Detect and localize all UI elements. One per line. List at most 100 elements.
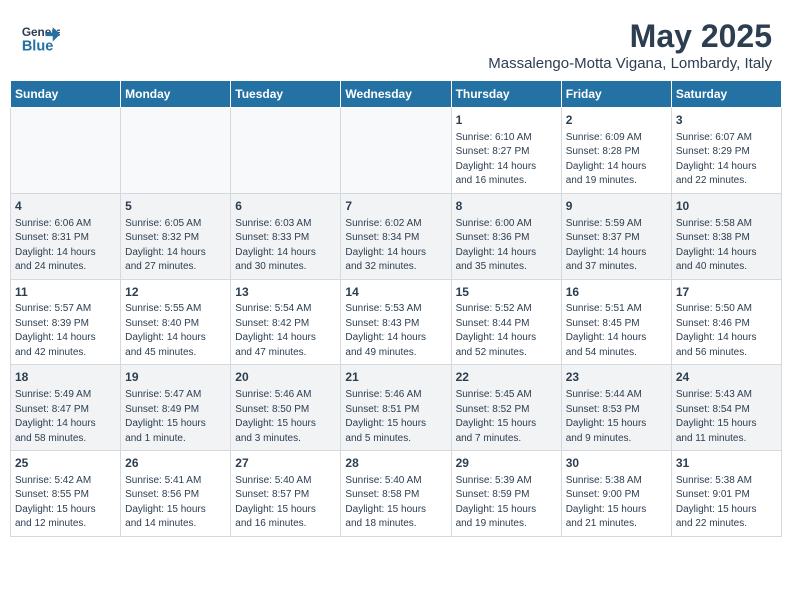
day-info: Sunrise: 5:38 AMSunset: 9:01 PMDaylight:… bbox=[676, 474, 777, 532]
day-number: 21 bbox=[345, 369, 446, 386]
calendar-cell: 9 Sunrise: 5:59 AMSunset: 8:37 PMDaylight… bbox=[561, 193, 671, 279]
calendar-cell: 21Sunrise: 5:46 AMSunset: 8:51 PMDayligh… bbox=[341, 365, 451, 451]
calendar-cell: 15Sunrise: 5:52 AMSunset: 8:44 PMDayligh… bbox=[451, 279, 561, 365]
calendar-body: 1 Sunrise: 6:10 AMSunset: 8:27 PMDaylight… bbox=[11, 108, 782, 537]
day-number: 19 bbox=[125, 369, 226, 386]
day-number: 27 bbox=[235, 455, 336, 472]
day-info: Sunrise: 5:40 AMSunset: 8:57 PMDaylight:… bbox=[235, 474, 336, 532]
calendar-cell bbox=[231, 108, 341, 194]
day-info: Sunrise: 5:38 AMSunset: 9:00 PMDaylight:… bbox=[566, 474, 667, 532]
calendar-week-5: 25 Sunrise: 5:42 AMSunset: 8:55 PMDayligh… bbox=[11, 451, 782, 537]
day-number: 4 bbox=[15, 198, 116, 215]
calendar-cell bbox=[11, 108, 121, 194]
calendar-cell: 12Sunrise: 5:55 AMSunset: 8:40 PMDayligh… bbox=[121, 279, 231, 365]
weekday-sunday: Sunday bbox=[11, 81, 121, 108]
day-info: Sunrise: 5:44 AMSunset: 8:53 PMDaylight:… bbox=[566, 388, 667, 446]
day-info: Sunrise: 6:03 AMSunset: 8:33 PMDaylight:… bbox=[235, 217, 336, 275]
day-number: 3 bbox=[676, 112, 777, 129]
calendar-cell: 23Sunrise: 5:44 AMSunset: 8:53 PMDayligh… bbox=[561, 365, 671, 451]
weekday-saturday: Saturday bbox=[671, 81, 781, 108]
day-number: 2 bbox=[566, 112, 667, 129]
calendar-cell: 29 Sunrise: 5:39 AMSunset: 8:59 PMDayligh… bbox=[451, 451, 561, 537]
day-number: 26 bbox=[125, 455, 226, 472]
calendar-cell: 18Sunrise: 5:49 AMSunset: 8:47 PMDayligh… bbox=[11, 365, 121, 451]
calendar-cell: 3Sunrise: 6:07 AMSunset: 8:29 PMDaylight… bbox=[671, 108, 781, 194]
day-number: 31 bbox=[676, 455, 777, 472]
calendar-cell: 6Sunrise: 6:03 AMSunset: 8:33 PMDaylight… bbox=[231, 193, 341, 279]
calendar-cell: 2 Sunrise: 6:09 AMSunset: 8:28 PMDaylight… bbox=[561, 108, 671, 194]
day-info: Sunrise: 5:57 AMSunset: 8:39 PMDaylight:… bbox=[15, 302, 116, 360]
calendar-cell: 8Sunrise: 6:00 AMSunset: 8:36 PMDaylight… bbox=[451, 193, 561, 279]
calendar-week-4: 18Sunrise: 5:49 AMSunset: 8:47 PMDayligh… bbox=[11, 365, 782, 451]
day-info: Sunrise: 6:06 AMSunset: 8:31 PMDaylight:… bbox=[15, 217, 116, 275]
day-info: Sunrise: 5:49 AMSunset: 8:47 PMDaylight:… bbox=[15, 388, 116, 446]
day-info: Sunrise: 5:59 AMSunset: 8:37 PMDaylight:… bbox=[566, 217, 667, 275]
weekday-header-row: SundayMondayTuesdayWednesdayThursdayFrid… bbox=[11, 81, 782, 108]
weekday-friday: Friday bbox=[561, 81, 671, 108]
calendar-week-3: 11Sunrise: 5:57 AMSunset: 8:39 PMDayligh… bbox=[11, 279, 782, 365]
day-info: Sunrise: 5:39 AMSunset: 8:59 PMDaylight:… bbox=[456, 474, 557, 532]
day-number: 1 bbox=[456, 112, 557, 129]
day-number: 24 bbox=[676, 369, 777, 386]
day-info: Sunrise: 5:45 AMSunset: 8:52 PMDaylight:… bbox=[456, 388, 557, 446]
calendar-cell: 5 Sunrise: 6:05 AMSunset: 8:32 PMDaylight… bbox=[121, 193, 231, 279]
day-number: 13 bbox=[235, 284, 336, 301]
calendar-cell: 13Sunrise: 5:54 AMSunset: 8:42 PMDayligh… bbox=[231, 279, 341, 365]
day-info: Sunrise: 5:53 AMSunset: 8:43 PMDaylight:… bbox=[345, 302, 446, 360]
page-header: General Blue May 2025 Massalengo-Motta V… bbox=[10, 10, 782, 76]
calendar-cell: 30 Sunrise: 5:38 AMSunset: 9:00 PMDayligh… bbox=[561, 451, 671, 537]
day-info: Sunrise: 5:47 AMSunset: 8:49 PMDaylight:… bbox=[125, 388, 226, 446]
day-info: Sunrise: 5:40 AMSunset: 8:58 PMDaylight:… bbox=[345, 474, 446, 532]
day-number: 14 bbox=[345, 284, 446, 301]
day-number: 15 bbox=[456, 284, 557, 301]
calendar-cell: 4 Sunrise: 6:06 AMSunset: 8:31 PMDaylight… bbox=[11, 193, 121, 279]
day-info: Sunrise: 5:42 AMSunset: 8:55 PMDaylight:… bbox=[15, 474, 116, 532]
day-info: Sunrise: 5:51 AMSunset: 8:45 PMDaylight:… bbox=[566, 302, 667, 360]
day-number: 12 bbox=[125, 284, 226, 301]
day-number: 30 bbox=[566, 455, 667, 472]
day-number: 28 bbox=[345, 455, 446, 472]
day-number: 9 bbox=[566, 198, 667, 215]
day-info: Sunrise: 5:54 AMSunset: 8:42 PMDaylight:… bbox=[235, 302, 336, 360]
day-info: Sunrise: 6:10 AMSunset: 8:27 PMDaylight:… bbox=[456, 131, 557, 189]
logo: General Blue bbox=[20, 18, 60, 63]
day-number: 17 bbox=[676, 284, 777, 301]
calendar-cell: 20Sunrise: 5:46 AMSunset: 8:50 PMDayligh… bbox=[231, 365, 341, 451]
calendar-table: SundayMondayTuesdayWednesdayThursdayFrid… bbox=[10, 80, 782, 537]
calendar-cell: 31 Sunrise: 5:38 AMSunset: 9:01 PMDayligh… bbox=[671, 451, 781, 537]
day-info: Sunrise: 6:09 AMSunset: 8:28 PMDaylight:… bbox=[566, 131, 667, 189]
weekday-tuesday: Tuesday bbox=[231, 81, 341, 108]
day-info: Sunrise: 6:05 AMSunset: 8:32 PMDaylight:… bbox=[125, 217, 226, 275]
calendar-header: SundayMondayTuesdayWednesdayThursdayFrid… bbox=[11, 81, 782, 108]
logo-icon: General Blue bbox=[20, 18, 60, 63]
day-number: 25 bbox=[15, 455, 116, 472]
calendar-cell: 16Sunrise: 5:51 AMSunset: 8:45 PMDayligh… bbox=[561, 279, 671, 365]
weekday-wednesday: Wednesday bbox=[341, 81, 451, 108]
day-info: Sunrise: 6:02 AMSunset: 8:34 PMDaylight:… bbox=[345, 217, 446, 275]
calendar-cell: 25 Sunrise: 5:42 AMSunset: 8:55 PMDayligh… bbox=[11, 451, 121, 537]
calendar-cell: 14Sunrise: 5:53 AMSunset: 8:43 PMDayligh… bbox=[341, 279, 451, 365]
calendar-cell bbox=[121, 108, 231, 194]
day-number: 22 bbox=[456, 369, 557, 386]
calendar-cell: 11Sunrise: 5:57 AMSunset: 8:39 PMDayligh… bbox=[11, 279, 121, 365]
day-number: 11 bbox=[15, 284, 116, 301]
weekday-thursday: Thursday bbox=[451, 81, 561, 108]
calendar-week-2: 4 Sunrise: 6:06 AMSunset: 8:31 PMDaylight… bbox=[11, 193, 782, 279]
month-year: May 2025 bbox=[488, 18, 772, 55]
day-info: Sunrise: 5:43 AMSunset: 8:54 PMDaylight:… bbox=[676, 388, 777, 446]
calendar-cell: 22 Sunrise: 5:45 AMSunset: 8:52 PMDayligh… bbox=[451, 365, 561, 451]
calendar-cell: 24 Sunrise: 5:43 AMSunset: 8:54 PMDayligh… bbox=[671, 365, 781, 451]
day-number: 20 bbox=[235, 369, 336, 386]
day-info: Sunrise: 5:41 AMSunset: 8:56 PMDaylight:… bbox=[125, 474, 226, 532]
calendar-cell: 1 Sunrise: 6:10 AMSunset: 8:27 PMDaylight… bbox=[451, 108, 561, 194]
day-number: 5 bbox=[125, 198, 226, 215]
calendar-cell: 19 Sunrise: 5:47 AMSunset: 8:49 PMDayligh… bbox=[121, 365, 231, 451]
day-number: 10 bbox=[676, 198, 777, 215]
calendar-cell: 27 Sunrise: 5:40 AMSunset: 8:57 PMDayligh… bbox=[231, 451, 341, 537]
day-info: Sunrise: 5:52 AMSunset: 8:44 PMDaylight:… bbox=[456, 302, 557, 360]
day-info: Sunrise: 6:00 AMSunset: 8:36 PMDaylight:… bbox=[456, 217, 557, 275]
calendar-cell: 28 Sunrise: 5:40 AMSunset: 8:58 PMDayligh… bbox=[341, 451, 451, 537]
calendar-cell: 10Sunrise: 5:58 AMSunset: 8:38 PMDayligh… bbox=[671, 193, 781, 279]
day-number: 29 bbox=[456, 455, 557, 472]
day-info: Sunrise: 5:55 AMSunset: 8:40 PMDaylight:… bbox=[125, 302, 226, 360]
